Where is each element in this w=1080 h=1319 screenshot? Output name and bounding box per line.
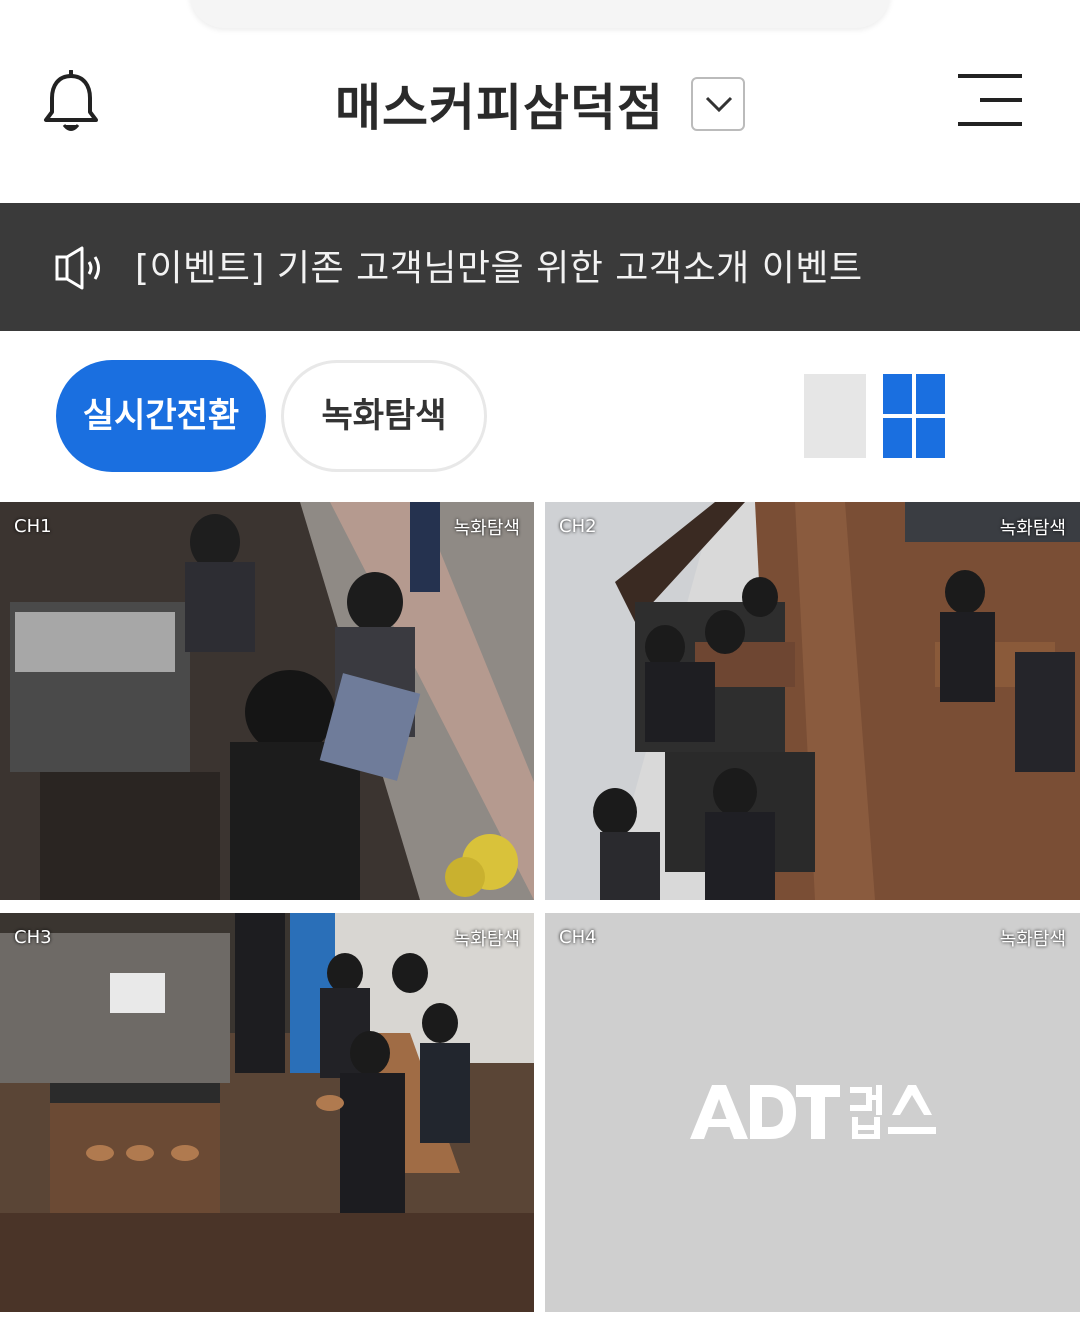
camera-feed-ch1 [0, 502, 534, 900]
camera-tile-ch1[interactable]: CH1 녹화탐색 [0, 502, 534, 900]
recording-search-button[interactable]: 녹화탐색 [281, 360, 487, 472]
channel-label: CH4 [559, 927, 597, 948]
header: 매스커피삼덕점 [0, 40, 1080, 170]
recording-search-link[interactable]: 녹화탐색 [1000, 925, 1066, 951]
store-dropdown-button[interactable] [691, 77, 746, 131]
camera-tile-ch2[interactable]: CH2 녹화탐색 [545, 502, 1080, 900]
channel-label: CH2 [559, 516, 597, 537]
top-search-pill[interactable] [190, 0, 890, 28]
live-switch-button[interactable]: 실시간전환 [56, 360, 266, 472]
hamburger-menu-icon[interactable] [958, 74, 1022, 128]
speaker-icon [55, 246, 100, 290]
notice-banner[interactable]: [이벤트] 기존 고객님만을 위한 고객소개 이벤트 [0, 203, 1080, 331]
single-view-icon[interactable] [804, 374, 866, 458]
adt-caps-logo [545, 1081, 1080, 1149]
chevron-down-icon [705, 96, 733, 113]
camera-feed-ch3 [0, 913, 534, 1312]
recording-search-link[interactable]: 녹화탐색 [454, 514, 520, 540]
notice-text: [이벤트] 기존 고객님만을 위한 고객소개 이벤트 [135, 248, 863, 289]
camera-tile-ch4[interactable]: CH4 녹화탐색 [545, 913, 1080, 1312]
store-title[interactable]: 매스커피삼덕점 [335, 68, 664, 140]
camera-feed-ch2 [545, 502, 1080, 900]
camera-tile-ch3[interactable]: CH3 녹화탐색 [0, 913, 534, 1312]
quad-view-icon[interactable] [883, 374, 945, 458]
channel-label: CH3 [14, 927, 52, 948]
recording-search-link[interactable]: 녹화탐색 [454, 925, 520, 951]
recording-search-link[interactable]: 녹화탐색 [1000, 514, 1066, 540]
channel-label: CH1 [14, 516, 52, 537]
